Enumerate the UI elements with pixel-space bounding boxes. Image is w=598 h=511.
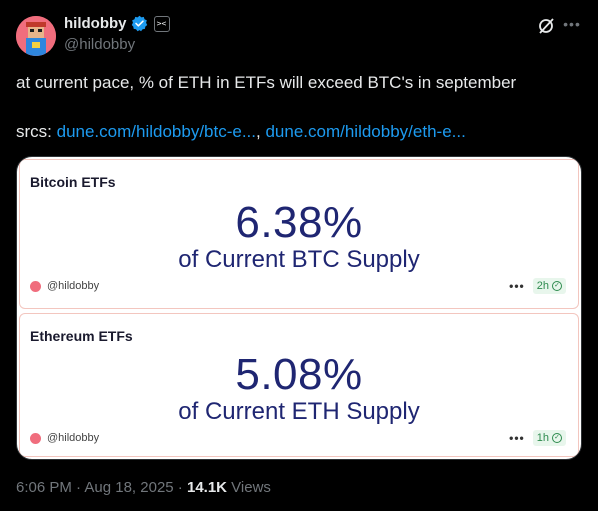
freshness-age: 1h bbox=[536, 432, 549, 444]
card-more-icon[interactable]: ••• bbox=[509, 431, 525, 445]
check-icon: ✓ bbox=[552, 433, 562, 443]
card-credit: @hildobby bbox=[30, 432, 99, 444]
card-value: 5.08% bbox=[235, 350, 363, 399]
card-credit: @hildobby bbox=[30, 280, 99, 292]
tweet-footer: 6:06 PM · Aug 18, 2025 · 14.1K Views bbox=[16, 479, 271, 496]
views-count: 14.1K bbox=[186, 479, 228, 496]
bitcoin-etf-card[interactable]: Bitcoin ETFs 6.38% of Current BTC Supply… bbox=[19, 159, 579, 309]
credit-handle: @hildobby bbox=[47, 432, 100, 444]
card-subtitle: of Current ETH Supply bbox=[178, 398, 420, 425]
avatar-icon bbox=[30, 280, 41, 292]
verified-badge-icon[interactable] bbox=[131, 15, 148, 32]
name-row: hildobby >< bbox=[64, 15, 170, 32]
footer-separator: · bbox=[173, 479, 187, 496]
tweet-media[interactable]: Bitcoin ETFs 6.38% of Current BTC Supply… bbox=[16, 156, 582, 460]
card-subtitle: of Current BTC Supply bbox=[178, 246, 420, 273]
avatar-icon bbox=[30, 432, 41, 444]
tweet-header: hildobby >< @hildobby ••• bbox=[0, 0, 598, 60]
link-btc-dashboard[interactable]: dune.com/hildobby/btc-e... bbox=[57, 122, 256, 141]
views-label: Views bbox=[227, 479, 271, 496]
card-value: 6.38% bbox=[235, 198, 363, 247]
freshness-badge: 1h ✓ bbox=[532, 430, 566, 446]
card-more-icon[interactable]: ••• bbox=[509, 279, 525, 293]
link-eth-dashboard[interactable]: dune.com/hildobby/eth-e... bbox=[265, 122, 465, 141]
sources-line: srcs: dune.com/hildobby/btc-e..., dune.c… bbox=[16, 122, 466, 142]
card-title: Ethereum ETFs bbox=[30, 328, 133, 344]
post-time[interactable]: 6:06 PM bbox=[16, 479, 72, 496]
display-name[interactable]: hildobby bbox=[64, 15, 127, 32]
grok-icon[interactable] bbox=[536, 16, 556, 36]
handle[interactable]: @hildobby bbox=[64, 36, 135, 53]
credit-handle: @hildobby bbox=[47, 280, 100, 292]
sources-label: srcs: bbox=[16, 122, 57, 141]
footer-separator: · bbox=[71, 479, 85, 496]
freshness-age: 2h bbox=[536, 280, 549, 292]
card-meta: ••• 1h ✓ bbox=[509, 430, 566, 446]
check-icon: ✓ bbox=[552, 281, 562, 291]
affiliation-badge-icon[interactable]: >< bbox=[153, 15, 170, 32]
card-title: Bitcoin ETFs bbox=[30, 174, 116, 190]
more-options-icon[interactable]: ••• bbox=[562, 16, 582, 36]
post-date[interactable]: Aug 18, 2025 bbox=[84, 479, 173, 496]
avatar[interactable] bbox=[16, 16, 56, 56]
freshness-badge: 2h ✓ bbox=[532, 278, 566, 294]
card-meta: ••• 2h ✓ bbox=[509, 278, 566, 294]
ethereum-etf-card[interactable]: Ethereum ETFs 5.08% of Current ETH Suppl… bbox=[19, 313, 579, 457]
tweet-text: at current pace, % of ETH in ETFs will e… bbox=[16, 73, 517, 92]
